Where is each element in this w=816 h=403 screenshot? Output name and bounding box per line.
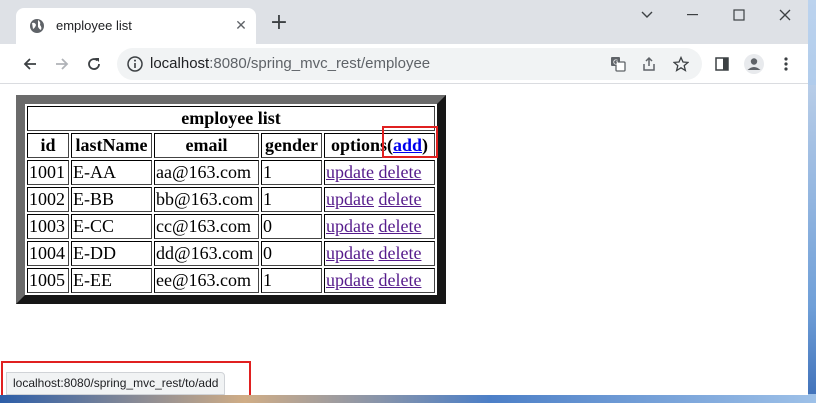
delete-link[interactable]: delete: [378, 270, 421, 290]
reload-icon[interactable]: [82, 52, 106, 76]
employee-table: employee list id lastName email gender o…: [16, 95, 446, 304]
address-bar[interactable]: localhost:8080/spring_mvc_rest/employee …: [117, 48, 702, 80]
browser-window: employee list ✕ + localhost:8080/spring_…: [0, 0, 808, 395]
update-link[interactable]: update: [326, 243, 374, 263]
tab-close-icon[interactable]: ✕: [232, 17, 250, 35]
table-caption: employee list: [27, 106, 435, 131]
tab-title: employee list: [56, 18, 132, 33]
update-link[interactable]: update: [326, 216, 374, 236]
cell-lastname: E-CC: [71, 214, 152, 239]
desktop-background: [807, 85, 816, 403]
cell-options: update delete: [324, 241, 435, 266]
delete-link[interactable]: delete: [378, 189, 421, 209]
employee-rows: 1001 E-AA aa@163.com 1 update delete 1002 E-BB…: [27, 160, 435, 293]
cell-options: update delete: [324, 268, 435, 293]
cell-id: 1004: [27, 241, 69, 266]
header-options-close: ): [422, 135, 429, 155]
cell-email: bb@163.com: [154, 187, 259, 212]
side-panel-icon[interactable]: [710, 52, 734, 76]
cell-options: update delete: [324, 214, 435, 239]
desktop-background-bottom: [0, 394, 816, 403]
header-email: email: [154, 133, 259, 158]
profile-avatar-icon[interactable]: [742, 52, 766, 76]
address-url[interactable]: localhost:8080/spring_mvc_rest/employee: [150, 55, 430, 72]
update-link[interactable]: update: [326, 162, 374, 182]
cell-email: aa@163.com: [154, 160, 259, 185]
cell-gender: 1: [261, 160, 322, 185]
header-id: id: [27, 133, 69, 158]
bookmark-star-icon[interactable]: [671, 54, 691, 74]
browser-toolbar: localhost:8080/spring_mvc_rest/employee …: [0, 44, 808, 84]
cell-id: 1001: [27, 160, 69, 185]
cell-lastname: E-AA: [71, 160, 152, 185]
cell-email: dd@163.com: [154, 241, 259, 266]
update-link[interactable]: update: [326, 189, 374, 209]
header-gender: gender: [261, 133, 322, 158]
share-icon[interactable]: [639, 54, 659, 74]
cell-lastname: E-DD: [71, 241, 152, 266]
address-host: localhost: [150, 55, 210, 72]
status-bar-url: localhost:8080/spring_mvc_rest/to/add: [6, 372, 226, 395]
cell-options: update delete: [324, 160, 435, 185]
cell-lastname: E-BB: [71, 187, 152, 212]
cell-email: cc@163.com: [154, 214, 259, 239]
delete-link[interactable]: delete: [378, 243, 421, 263]
translate-icon[interactable]: G: [608, 54, 628, 74]
address-path: :8080/spring_mvc_rest/employee: [209, 55, 431, 72]
delete-link[interactable]: delete: [378, 162, 421, 182]
cell-options: update delete: [324, 187, 435, 212]
cell-gender: 1: [261, 268, 322, 293]
table-row: 1001 E-AA aa@163.com 1 update delete: [27, 160, 435, 185]
header-options: options(add): [324, 133, 435, 158]
new-tab-button[interactable]: +: [268, 12, 290, 35]
minimize-icon[interactable]: [670, 0, 716, 30]
site-info-icon[interactable]: [125, 54, 145, 74]
table-row: 1002 E-BB bb@163.com 1 update delete: [27, 187, 435, 212]
table-row: 1005 E-EE ee@163.com 1 update delete: [27, 268, 435, 293]
cell-gender: 0: [261, 214, 322, 239]
maximize-icon[interactable]: [716, 0, 762, 30]
page-content: employee list id lastName email gender o…: [0, 85, 808, 395]
tab-employee-list[interactable]: employee list ✕: [16, 8, 256, 44]
cell-gender: 0: [261, 241, 322, 266]
cell-id: 1005: [27, 268, 69, 293]
tab-strip: employee list ✕ +: [0, 0, 808, 44]
delete-link[interactable]: delete: [378, 216, 421, 236]
header-lastname: lastName: [71, 133, 152, 158]
table-row: 1004 E-DD dd@163.com 0 update delete: [27, 241, 435, 266]
table-row: 1003 E-CC cc@163.com 0 update delete: [27, 214, 435, 239]
add-employee-link[interactable]: add: [393, 135, 422, 155]
cell-email: ee@163.com: [154, 268, 259, 293]
back-arrow-icon[interactable]: [18, 52, 42, 76]
tab-search-chevron-icon[interactable]: [624, 0, 670, 30]
cell-gender: 1: [261, 187, 322, 212]
cell-lastname: E-EE: [71, 268, 152, 293]
window-close-icon[interactable]: [762, 0, 808, 30]
update-link[interactable]: update: [326, 270, 374, 290]
svg-text:G: G: [613, 59, 618, 67]
header-options-label: options(: [330, 135, 393, 155]
globe-icon: [29, 18, 45, 34]
cell-id: 1002: [27, 187, 69, 212]
more-menu-icon[interactable]: [774, 52, 798, 76]
cell-id: 1003: [27, 214, 69, 239]
forward-arrow-icon[interactable]: [50, 52, 74, 76]
